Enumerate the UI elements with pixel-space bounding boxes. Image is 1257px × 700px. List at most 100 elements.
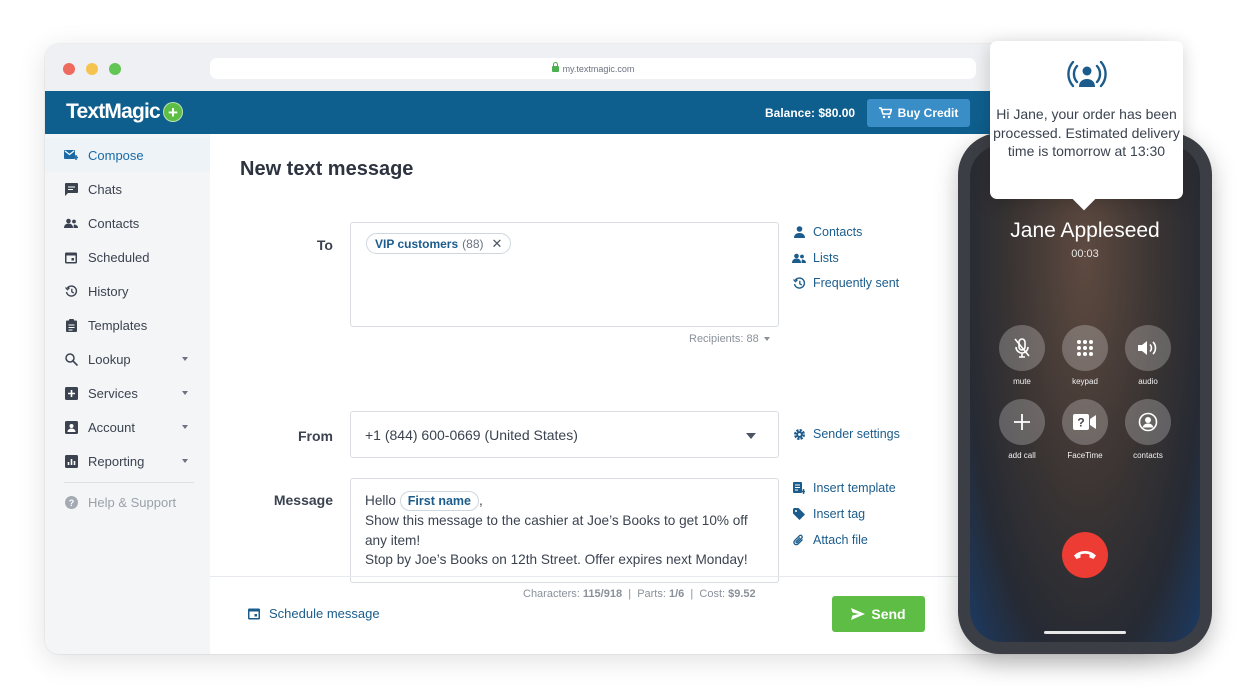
add-call-button[interactable] [999,399,1045,445]
sender-settings-label: Sender settings [813,427,900,441]
sidebar-item-services[interactable]: Services [45,376,210,410]
sidebar-item-templates[interactable]: Templates [45,308,210,342]
audio-button[interactable] [1125,325,1171,371]
insert-tag-label: Insert tag [813,507,866,521]
stats-separator: | [690,588,694,600]
account-icon [64,420,78,434]
services-icon [64,386,78,400]
minimize-window-button[interactable] [86,63,98,75]
message-label: Message [273,492,333,508]
insert-tag-link[interactable]: Insert tag [792,507,865,521]
facetime-question-icon: ? [1073,414,1096,430]
history-icon [792,276,806,290]
sidebar-item-compose[interactable]: Compose [45,138,210,172]
sidebar-item-label: Help & Support [88,494,177,510]
close-window-button[interactable] [63,63,75,75]
sidebar-item-label: Templates [88,317,148,333]
cart-icon [878,107,892,119]
send-button[interactable]: Send [832,596,925,632]
buy-credit-label: Buy Credit [897,106,959,120]
from-label: From [298,428,333,444]
sender-settings-link[interactable]: Sender settings [792,427,900,441]
phone-screen: Jane Appleseed 00:03 mute keypad audio a… [970,145,1200,642]
chevron-down-icon [182,391,188,395]
attach-file-link[interactable]: Attach file [792,533,868,547]
message-content: Hello First name, Show this message to t… [365,491,770,570]
buy-credit-button[interactable]: Buy Credit [867,99,970,127]
characters-label: Characters: [523,588,580,600]
chevron-down-icon [182,357,188,361]
lock-icon [551,61,559,72]
phone-mockup: Jane Appleseed 00:03 mute keypad audio a… [958,133,1212,654]
sidebar-item-help[interactable]: ? Help & Support [45,485,210,519]
end-call-button[interactable] [1062,532,1108,578]
help-icon: ? [64,495,78,509]
first-name-tag[interactable]: First name [399,491,479,511]
notification-bubble: Hi Jane, your order has been processed. … [990,41,1183,199]
insert-template-link[interactable]: Insert template [792,481,896,495]
compose-icon [64,148,78,162]
sidebar-item-label: Chats [88,181,122,197]
remove-chip-icon[interactable]: ✕ [492,236,503,252]
schedule-message-link[interactable]: Schedule message [248,606,380,621]
home-indicator[interactable] [1044,631,1126,634]
template-icon [792,481,806,495]
sidebar-item-label: Lookup [88,351,131,367]
recipients-count[interactable]: Recipients: 88 [689,333,770,345]
chip-count: (88) [462,236,484,251]
svg-text:?: ? [1077,416,1084,430]
message-comma: , [478,493,483,508]
send-icon [851,608,866,620]
schedule-message-label: Schedule message [269,606,380,621]
gear-icon [792,427,806,441]
sidebar-item-label: History [88,283,129,299]
page-title: New text message [240,158,414,180]
textmagic-logo[interactable]: TextMagic [66,100,161,124]
app-header: TextMagic + Balance: $80.00 Buy Credit [45,91,1155,134]
message-textarea[interactable]: Hello First name, Show this message to t… [350,478,779,583]
keypad-button[interactable] [1062,325,1108,371]
call-timer: 00:03 [1071,248,1099,260]
sidebar-item-lookup[interactable]: Lookup [45,342,210,376]
chat-icon [64,182,78,196]
from-select[interactable]: +1 (844) 600-0669 (United States) [350,411,779,458]
contacts-icon [64,216,78,230]
keypad-label: keypad [1072,377,1098,386]
message-line: Show this message to the cashier at Joe’… [365,513,748,548]
contacts-button[interactable] [1125,399,1171,445]
contacts-link-label: Contacts [813,225,863,239]
sidebar-item-reporting[interactable]: Reporting [45,444,210,478]
contacts-label: contacts [1133,451,1163,460]
sidebar-item-history[interactable]: History [45,274,210,308]
caller-name: Jane Appleseed [1010,219,1160,242]
keypad-icon [1077,340,1093,356]
sidebar: Compose Chats Contacts Scheduled History… [45,134,210,654]
sidebar-item-contacts[interactable]: Contacts [45,206,210,240]
frequently-sent-link[interactable]: Frequently sent [792,276,899,290]
chevron-down-icon [182,425,188,429]
parts-label: Parts: [637,588,666,600]
calendar-icon [248,607,260,620]
send-label: Send [871,606,906,622]
to-recipients-field[interactable]: VIP customers (88) ✕ [350,222,779,327]
group-icon [792,251,806,265]
address-bar[interactable]: my.textmagic.com [210,58,976,79]
cost-value: $9.52 [728,588,756,600]
person-icon [792,225,806,239]
insert-template-label: Insert template [813,481,896,495]
sidebar-item-scheduled[interactable]: Scheduled [45,240,210,274]
add-call-label: add call [1008,451,1036,460]
message-line: Stop by Joe’s Books on 12th Street. Offe… [365,552,748,567]
sidebar-item-chats[interactable]: Chats [45,172,210,206]
mute-button[interactable] [999,325,1045,371]
sidebar-item-account[interactable]: Account [45,410,210,444]
facetime-button[interactable]: ? [1062,399,1108,445]
broadcast-person-icon [1067,61,1107,88]
recipient-chip[interactable]: VIP customers (88) ✕ [366,233,512,254]
characters-value: 115/918 [582,588,623,600]
search-icon [64,352,78,366]
maximize-window-button[interactable] [109,63,121,75]
contacts-link[interactable]: Contacts [792,225,862,239]
lists-link[interactable]: Lists [792,251,839,265]
sidebar-item-label: Services [88,385,138,401]
